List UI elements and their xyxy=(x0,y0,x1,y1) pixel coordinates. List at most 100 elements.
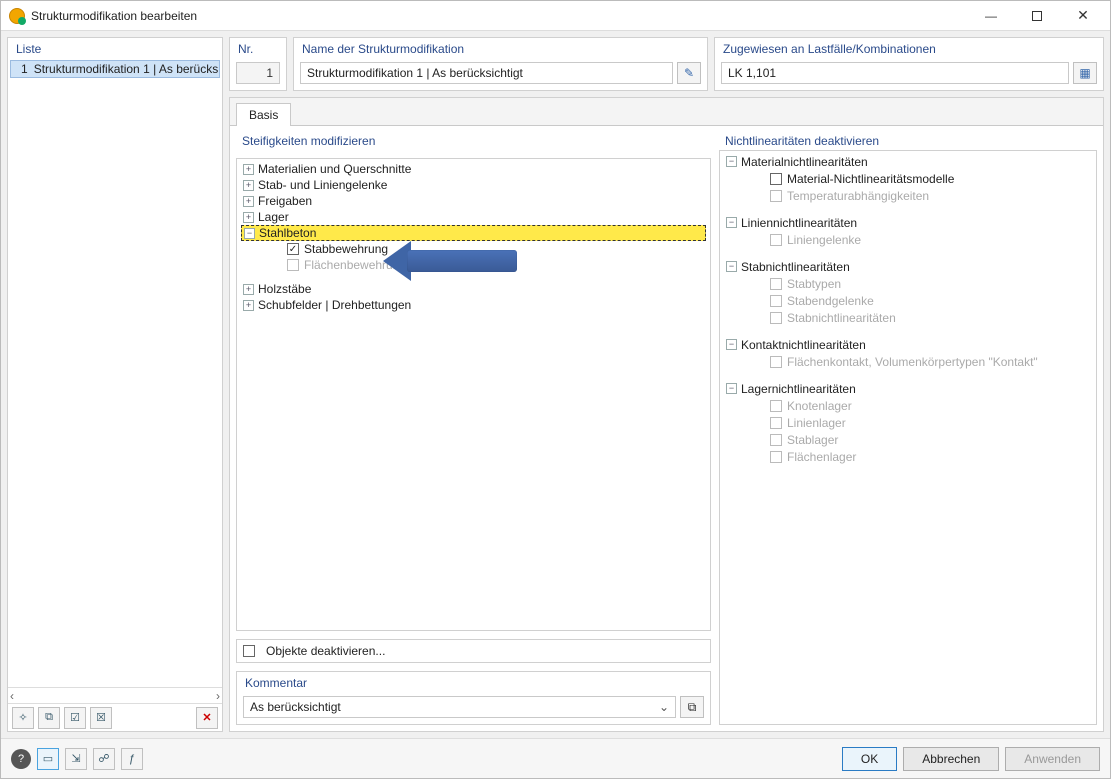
comment-combo[interactable]: As berücksichtigt xyxy=(243,696,676,718)
maximize-button[interactable] xyxy=(1014,1,1060,31)
deactivate-objects-label[interactable]: Objekte deaktivieren... xyxy=(266,644,385,658)
titlebar: Strukturmodifikation bearbeiten — ✕ xyxy=(1,1,1110,31)
toolbar-btn-3[interactable]: ☑ xyxy=(64,707,86,729)
tree-node[interactable]: Holzstäbe xyxy=(258,282,311,296)
name-input[interactable]: Strukturmodifikation 1 | As berücksichti… xyxy=(300,62,673,84)
checkbox-flaechenlager xyxy=(770,451,782,463)
footer-view-1-button[interactable]: ▭ xyxy=(37,748,59,770)
collapse-icon[interactable]: − xyxy=(726,217,737,228)
collapse-icon[interactable]: − xyxy=(726,261,737,272)
nonlin-title: Nichtlinearitäten deaktivieren xyxy=(719,132,1097,150)
item-liniengelenke: Liniengelenke xyxy=(787,233,861,247)
tab-container: Basis Steifigkeiten modifizieren +Materi… xyxy=(229,97,1104,732)
item-linienlager: Linienlager xyxy=(787,416,846,430)
collapse-icon[interactable]: − xyxy=(726,339,737,350)
scroll-right-icon[interactable]: › xyxy=(216,689,220,703)
list-scrollbar[interactable]: ‹ › xyxy=(8,687,222,703)
expand-icon[interactable]: + xyxy=(243,180,254,191)
new-item-button[interactable]: ✧ xyxy=(12,707,34,729)
stiffness-tree: + Materialien und Querschnitte + Stab- und… xyxy=(236,158,711,631)
ok-button[interactable]: OK xyxy=(842,747,897,771)
comment-panel: Kommentar As berücksichtigt ⧉ xyxy=(236,671,711,725)
app-icon xyxy=(9,8,25,24)
assigned-label: Zugewiesen an Lastfälle/Kombinationen xyxy=(715,38,1103,58)
tree-node[interactable]: Materialien und Querschnitte xyxy=(258,162,411,176)
checkbox-stabbewehrung[interactable] xyxy=(287,243,299,255)
minimize-button[interactable]: — xyxy=(968,1,1014,31)
checkbox-flaechenbewehrung xyxy=(287,259,299,271)
assigned-panel: Zugewiesen an Lastfälle/Kombinationen LK… xyxy=(714,37,1104,91)
footer: ? ▭ ⇲ ☍ ƒ OK Abbrechen Anwenden xyxy=(1,738,1110,778)
item-kontakt: Flächenkontakt, Volumenkörpertypen "Kont… xyxy=(787,355,1038,369)
tab-bar: Basis xyxy=(230,98,1103,126)
checkbox-material-temp xyxy=(770,190,782,202)
cancel-button[interactable]: Abbrechen xyxy=(903,747,999,771)
group-material[interactable]: Materialnichtlinearitäten xyxy=(741,155,868,169)
item-flaechenlager: Flächenlager xyxy=(787,450,856,464)
tree-node[interactable]: Lager xyxy=(258,210,289,224)
tree-leaf-flaechenbewehrung: Flächenbewehrung xyxy=(304,258,406,272)
delete-item-button[interactable]: ✕ xyxy=(196,707,218,729)
tree-node[interactable]: Stab- und Liniengelenke xyxy=(258,178,387,192)
footer-view-4-button[interactable]: ƒ xyxy=(121,748,143,770)
expand-icon[interactable]: + xyxy=(243,212,254,223)
nr-panel: Nr. 1 xyxy=(229,37,287,91)
list-item[interactable]: 1 Strukturmodifikation 1 | As berücks. xyxy=(10,60,220,78)
copy-item-button[interactable]: ⧉ xyxy=(38,707,60,729)
edit-name-button[interactable]: ✎ xyxy=(677,62,701,84)
group-kontakt[interactable]: Kontaktnichtlinearitäten xyxy=(741,338,866,352)
deactivate-objects-row: Objekte deaktivieren... xyxy=(236,639,711,663)
name-label: Name der Strukturmodifikation xyxy=(294,38,707,58)
item-stabnl: Stabnichtlinearitäten xyxy=(787,311,896,325)
checkbox-knotenlager xyxy=(770,400,782,412)
checkbox-linienlager xyxy=(770,417,782,429)
help-button[interactable]: ? xyxy=(11,749,31,769)
checkbox-liniengelenke xyxy=(770,234,782,246)
expand-icon[interactable]: + xyxy=(243,196,254,207)
tab-basis[interactable]: Basis xyxy=(236,103,291,126)
list-toolbar: ✧ ⧉ ☑ ☒ ✕ xyxy=(8,703,222,731)
assigned-picker-button[interactable]: ▦ xyxy=(1073,62,1097,84)
group-lagernl[interactable]: Lagernichtlinearitäten xyxy=(741,382,856,396)
header-row: Nr. 1 Name der Strukturmodifikation Stru… xyxy=(229,37,1104,91)
footer-view-2-button[interactable]: ⇲ xyxy=(65,748,87,770)
list-label: Liste xyxy=(8,38,222,58)
list-item-num: 1 xyxy=(21,62,28,76)
checkbox-stabnl xyxy=(770,312,782,324)
footer-view-3-button[interactable]: ☍ xyxy=(93,748,115,770)
assigned-input[interactable]: LK 1,101 xyxy=(721,62,1069,84)
nr-value[interactable]: 1 xyxy=(236,62,280,84)
item-stablager: Stablager xyxy=(787,433,838,447)
checkbox-kontakt xyxy=(770,356,782,368)
group-linien[interactable]: Liniennichtlinearitäten xyxy=(741,216,857,230)
item-material-modelle[interactable]: Material-Nichtlinearitätsmodelle xyxy=(787,172,954,186)
group-stab[interactable]: Stabnichtlinearitäten xyxy=(741,260,850,274)
checkbox-stabendgelenke xyxy=(770,295,782,307)
close-button[interactable]: ✕ xyxy=(1060,1,1106,31)
apply-button: Anwenden xyxy=(1005,747,1100,771)
tree-node[interactable]: Schubfelder | Drehbettungen xyxy=(258,298,411,312)
comment-pick-button[interactable]: ⧉ xyxy=(680,696,704,718)
collapse-icon[interactable]: − xyxy=(726,156,737,167)
nonlin-tree: −Materialnichtlinearitäten Material-Nich… xyxy=(719,150,1097,725)
collapse-icon[interactable]: − xyxy=(244,228,255,239)
checkbox-stablager xyxy=(770,434,782,446)
comment-label: Kommentar xyxy=(237,672,710,692)
checkbox-material-modelle[interactable] xyxy=(770,173,782,185)
deactivate-objects-checkbox[interactable] xyxy=(243,645,255,657)
tree-node-stahlbeton[interactable]: Stahlbeton xyxy=(259,226,316,240)
tree-node[interactable]: Freigaben xyxy=(258,194,312,208)
scroll-left-icon[interactable]: ‹ xyxy=(10,689,14,703)
item-stabtypen: Stabtypen xyxy=(787,277,841,291)
expand-icon[interactable]: + xyxy=(243,284,254,295)
item-material-temp: Temperaturabhängigkeiten xyxy=(787,189,929,203)
expand-icon[interactable]: + xyxy=(243,164,254,175)
list-area[interactable]: 1 Strukturmodifikation 1 | As berücks. xyxy=(8,58,222,687)
expand-icon[interactable]: + xyxy=(243,300,254,311)
toolbar-btn-4[interactable]: ☒ xyxy=(90,707,112,729)
list-item-text: Strukturmodifikation 1 | As berücks. xyxy=(34,62,220,76)
nr-label: Nr. xyxy=(230,38,286,58)
item-knotenlager: Knotenlager xyxy=(787,399,852,413)
tree-leaf-stabbewehrung[interactable]: Stabbewehrung xyxy=(304,242,388,256)
collapse-icon[interactable]: − xyxy=(726,383,737,394)
